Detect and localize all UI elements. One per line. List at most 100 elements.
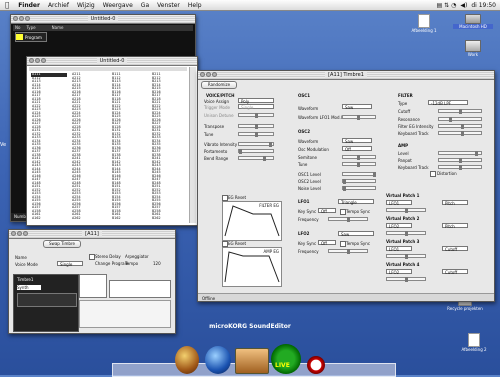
lfo1-waveform-select[interactable]: Triangle	[338, 199, 374, 205]
filter-eg-slider[interactable]	[438, 124, 482, 129]
menu-ga[interactable]: Ga	[137, 2, 153, 9]
list-row[interactable]: Program	[15, 32, 47, 42]
desktop-icon-macintosh-hd[interactable]: Macintosh HD	[453, 14, 493, 29]
tune-slider[interactable]	[238, 132, 274, 137]
osc2-waveform-select[interactable]: Saw	[342, 138, 372, 144]
planet-icon[interactable]	[175, 346, 199, 374]
timbre-controls[interactable]	[17, 293, 77, 307]
zoom-button[interactable]	[25, 16, 30, 21]
transpose-slider[interactable]	[238, 124, 274, 129]
effect-box[interactable]	[109, 280, 171, 298]
voice-mode-select[interactable]: Single	[57, 261, 83, 267]
desktop-icon-work[interactable]: Work	[456, 40, 490, 57]
lfo1-frequency-slider[interactable]	[328, 217, 368, 222]
list-header: No Type Name	[13, 25, 193, 31]
synth-field[interactable]: Synth	[17, 285, 41, 290]
portamento-slider[interactable]	[238, 149, 274, 154]
osc-mod-select[interactable]: Off	[342, 146, 372, 152]
patch2-source[interactable]: LFO2	[386, 223, 412, 229]
microkorg-icon[interactable]	[235, 348, 269, 374]
patch1-dest[interactable]: Pitch	[442, 200, 468, 206]
unison-detune-slider[interactable]	[238, 113, 274, 118]
menu-help[interactable]: Help	[184, 2, 206, 9]
amp-eg-display[interactable]: AMP EG	[222, 247, 282, 287]
name-field[interactable]	[15, 254, 83, 259]
patch2-intensity[interactable]	[386, 231, 426, 236]
timbre-titlebar[interactable]: [A11] Timbre1	[198, 71, 494, 80]
close-button[interactable]	[13, 16, 18, 21]
filter-eg-display[interactable]: FILTER EG	[222, 201, 282, 241]
bank-cell[interactable]: A262	[71, 216, 107, 221]
zoom-button[interactable]	[23, 231, 28, 236]
osc1-wave-lfo-slider[interactable]	[342, 115, 376, 120]
minimize-button[interactable]	[17, 231, 22, 236]
menu-finder[interactable]: Finder	[14, 2, 44, 9]
osc2-tune-slider[interactable]	[342, 162, 376, 167]
status-icons[interactable]: ▤ ⇅ ◔	[437, 2, 457, 9]
volume-icon[interactable]: ◀)	[460, 2, 467, 9]
bank-cell[interactable]: B162	[111, 216, 147, 221]
bank-cell[interactable]: A162	[31, 216, 67, 221]
live-icon[interactable]: LIVE	[271, 344, 301, 374]
noise-level-slider[interactable]	[342, 186, 376, 191]
voice-assign-select[interactable]: Poly	[238, 98, 274, 104]
filter-type-select[interactable]: -12dB LPF	[428, 100, 468, 106]
patch3-source[interactable]: LFO1	[386, 246, 412, 252]
patch3-dest[interactable]: Cutoff	[442, 246, 468, 252]
osc1-waveform-select[interactable]: Saw	[342, 104, 372, 110]
patch4-intensity[interactable]	[386, 277, 426, 282]
bank-cell[interactable]: B262	[151, 216, 187, 221]
document-icon	[418, 14, 430, 28]
swap-timbre-button[interactable]: Swap Timbre	[43, 240, 81, 248]
amp-kbd-slider[interactable]	[438, 165, 482, 170]
menu-weergave[interactable]: Weergave	[99, 2, 137, 9]
lfo1-keysync-select[interactable]: Off	[318, 208, 336, 214]
minimize-button[interactable]	[19, 16, 24, 21]
amp-eg-title: AMP EG	[263, 249, 280, 254]
lfo2-waveform-select[interactable]: Saw	[338, 231, 374, 237]
desktop-icon-afbeelding-2[interactable]: Afbeelding 2	[454, 333, 494, 352]
lfo2-keysync-select[interactable]: Off	[318, 240, 336, 246]
trigger-mode-select[interactable]: Single	[238, 104, 274, 110]
apple-menu-icon[interactable]: 	[0, 1, 14, 9]
program-titlebar[interactable]: [A11]	[9, 230, 175, 239]
arp-box[interactable]	[79, 274, 107, 298]
bank-titlebar[interactable]: Untitled-0	[27, 57, 197, 66]
desktop-icon-afbeelding-1[interactable]: Afbeelding 1	[409, 14, 439, 33]
close-button[interactable]	[29, 58, 34, 63]
menu-venster[interactable]: Venster	[153, 2, 184, 9]
safari-icon[interactable]	[205, 346, 231, 374]
randomize-button[interactable]: Randomize	[201, 81, 237, 89]
zoom-button[interactable]	[41, 58, 46, 63]
amp-level-slider[interactable]	[438, 151, 482, 156]
osc2-level-slider[interactable]	[342, 179, 376, 184]
minimize-button[interactable]	[35, 58, 40, 63]
menu-archief[interactable]: Archief	[44, 2, 73, 9]
resonance-slider[interactable]	[438, 117, 482, 122]
patch4-dest[interactable]: Cutoff	[442, 269, 468, 275]
semitone-slider[interactable]	[342, 155, 376, 160]
panpot-slider[interactable]	[438, 158, 482, 163]
vibrato-slider[interactable]	[238, 142, 274, 147]
menu-wijzig[interactable]: Wijzig	[73, 2, 99, 9]
osc1-level-slider[interactable]	[342, 172, 376, 177]
patch3-intensity[interactable]	[386, 254, 426, 259]
close-button[interactable]	[200, 72, 205, 77]
bend-range-slider[interactable]	[238, 156, 274, 161]
patch1-intensity[interactable]	[386, 208, 426, 213]
cutoff-slider[interactable]	[438, 109, 482, 114]
program-list-titlebar[interactable]: Untitled-0	[11, 15, 195, 24]
menu-clock[interactable]: di 19:50	[471, 2, 496, 9]
patch2-dest[interactable]: Pitch	[442, 223, 468, 229]
scrollbar[interactable]	[189, 67, 196, 223]
filter-kbd-slider[interactable]	[438, 131, 482, 136]
minimize-button[interactable]	[206, 72, 211, 77]
patch1-source[interactable]: LFO1	[386, 200, 412, 206]
lfo2-frequency-slider[interactable]	[328, 249, 368, 254]
clock-icon[interactable]	[307, 356, 325, 374]
stereo-label: Stereo Delay	[95, 254, 121, 259]
patch4-source[interactable]: LFO2	[386, 269, 412, 275]
close-button[interactable]	[11, 231, 16, 236]
distortion-checkbox[interactable]	[430, 171, 436, 177]
zoom-button[interactable]	[212, 72, 217, 77]
